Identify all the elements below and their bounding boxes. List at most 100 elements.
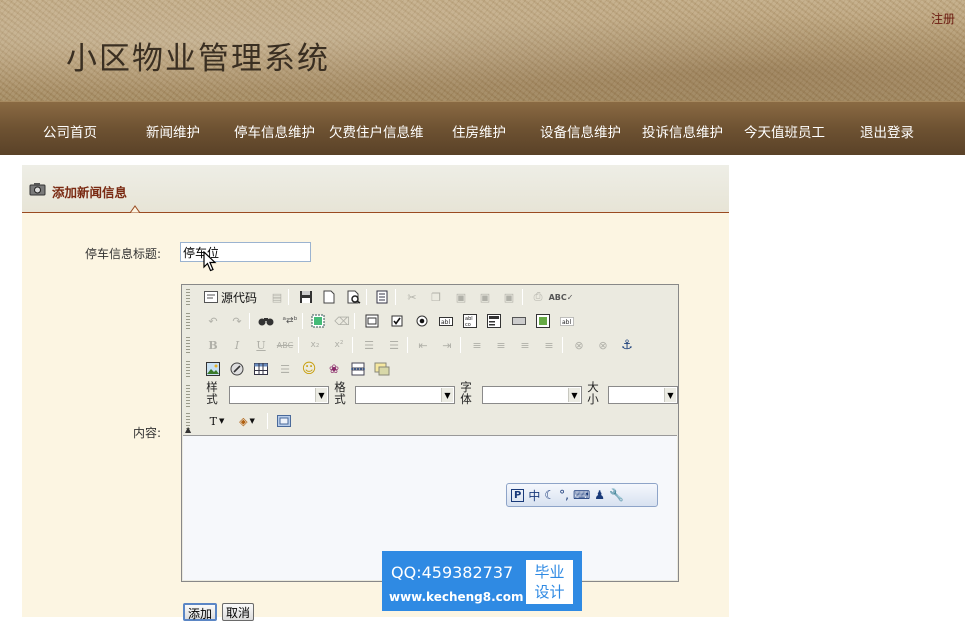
svg-text:abl: abl xyxy=(562,319,571,326)
indent-icon[interactable]: ⇥ xyxy=(438,336,456,354)
outdent-icon[interactable]: ⇤ xyxy=(414,336,432,354)
cancel-button[interactable]: 取消 xyxy=(222,603,255,621)
hand-cursor-icon[interactable] xyxy=(373,360,391,378)
moon-icon[interactable]: ☾ xyxy=(544,488,555,502)
undo-icon[interactable]: ↶ xyxy=(204,312,222,330)
italic-icon[interactable]: I xyxy=(228,336,246,354)
superscript-icon[interactable]: x² xyxy=(330,336,348,354)
toolbar-separator xyxy=(298,337,299,353)
add-button[interactable]: 添加 xyxy=(183,603,218,621)
bg-color-icon[interactable]: ◈ ▼ xyxy=(234,412,260,430)
special-char-icon[interactable]: ❀ xyxy=(325,360,343,378)
paste-text-icon[interactable]: ▣ xyxy=(476,288,494,306)
toolbar-separator xyxy=(395,289,396,305)
ime-punct-toggle[interactable]: °, xyxy=(559,488,569,502)
hidden-field-icon[interactable]: abl xyxy=(558,312,576,330)
panel-title: 添加新闻信息 xyxy=(52,185,128,200)
size-combo[interactable]: ▼ xyxy=(608,386,678,404)
toolbar-separator xyxy=(288,289,289,305)
anchor-icon[interactable]: ⚓ xyxy=(618,336,636,354)
format-combo[interactable]: ▼ xyxy=(355,386,455,404)
nav-item-housing[interactable]: 住房维护 xyxy=(452,121,506,141)
page-break-icon[interactable] xyxy=(349,360,367,378)
preview-icon[interactable] xyxy=(345,288,363,306)
nav-item-news[interactable]: 新闻维护 xyxy=(146,121,200,141)
text-color-icon[interactable]: T ▼ xyxy=(204,412,230,430)
image-icon[interactable] xyxy=(204,360,222,378)
save-icon[interactable] xyxy=(297,288,315,306)
ime-mode-toggle[interactable]: 中 xyxy=(528,487,540,504)
spellcheck-icon[interactable]: ABC✓ xyxy=(549,288,574,306)
style-combo[interactable]: ▼ xyxy=(229,386,329,404)
chevron-down-icon: ▼ xyxy=(664,388,676,402)
nav-item-arrears[interactable]: 欠费住户信息维 xyxy=(329,121,424,141)
paste-icon[interactable]: ▣ xyxy=(452,288,470,306)
toolbar-grip xyxy=(186,313,190,329)
new-page-icon[interactable] xyxy=(320,288,338,306)
radio-icon[interactable] xyxy=(413,312,431,330)
nav-item-equipment[interactable]: 设备信息维护 xyxy=(540,121,621,141)
toolbar-separator xyxy=(352,337,353,353)
ime-toolbar[interactable]: P 中 ☾ °, ⌨ ♟ 🔧 xyxy=(506,483,658,507)
checkbox-icon[interactable] xyxy=(388,312,406,330)
select-icon[interactable] xyxy=(485,312,503,330)
header-notch-icon xyxy=(130,205,140,213)
nav-item-complaints[interactable]: 投诉信息维护 xyxy=(642,121,723,141)
toolbar-collapse-icon[interactable]: ▲ xyxy=(185,425,191,434)
copy-icon[interactable]: ❐ xyxy=(427,288,445,306)
font-combo[interactable]: ▼ xyxy=(482,386,582,404)
camera-icon xyxy=(29,183,46,196)
size-combo-label: 大小 xyxy=(587,380,599,406)
cut-icon[interactable]: ✂ xyxy=(403,288,421,306)
templates-doc-icon[interactable] xyxy=(373,288,391,306)
find-icon[interactable] xyxy=(257,312,275,330)
unlink-icon[interactable]: ⊗ xyxy=(594,336,612,354)
smiley-icon[interactable]: ☺ xyxy=(300,360,318,378)
nav-item-duty-staff[interactable]: 今天值班员工 xyxy=(744,121,825,141)
toolbar-separator xyxy=(460,337,461,353)
ime-p-icon[interactable]: P xyxy=(511,488,525,502)
link-icon[interactable]: ⊗ xyxy=(570,336,588,354)
rich-text-editor: 源代码 ▤ ✂ ❐ ▣ ▣ ▣ ⎙ ABC✓ ↶ ↷ ᵃ⇄ᵇ ⌫ abl abl… xyxy=(181,284,679,582)
textfield-icon[interactable]: abl xyxy=(437,312,455,330)
register-link[interactable]: 注册 xyxy=(931,10,955,27)
source-button[interactable]: 源代码 xyxy=(204,288,257,306)
ordered-list-icon[interactable]: ☰ xyxy=(360,336,378,354)
align-center-icon[interactable]: ≡ xyxy=(492,336,510,354)
templates-icon[interactable]: ▤ xyxy=(268,288,286,306)
replace-icon[interactable]: ᵃ⇄ᵇ xyxy=(281,312,299,330)
nav-item-home[interactable]: 公司首页 xyxy=(43,121,97,141)
select-all-icon[interactable] xyxy=(309,312,327,330)
redo-icon[interactable]: ↷ xyxy=(228,312,246,330)
align-left-icon[interactable]: ≡ xyxy=(468,336,486,354)
print-icon[interactable]: ⎙ xyxy=(529,288,547,306)
show-blocks-icon[interactable] xyxy=(275,412,293,430)
main-nav: 公司首页 新闻维护 停车信息维护 欠费住户信息维 住房维护 设备信息维护 投诉信… xyxy=(0,101,965,155)
unordered-list-icon[interactable]: ☰ xyxy=(385,336,403,354)
toolbar-grip xyxy=(186,361,190,377)
user-icon[interactable]: ♟ xyxy=(594,488,605,502)
toolbar-separator xyxy=(302,313,303,329)
table-icon[interactable] xyxy=(252,360,270,378)
underline-icon[interactable]: U xyxy=(252,336,270,354)
strike-icon[interactable]: ABC xyxy=(276,336,294,354)
remove-format-icon[interactable]: ⌫ xyxy=(333,312,351,330)
wrench-icon[interactable]: 🔧 xyxy=(609,488,624,502)
textarea-icon[interactable]: abl co xyxy=(461,312,479,330)
bold-icon[interactable]: B xyxy=(204,336,222,354)
watermark-badge-line2: 设计 xyxy=(534,583,565,601)
site-title: 小区物业管理系统 xyxy=(66,41,330,77)
form-icon[interactable] xyxy=(363,312,381,330)
subscript-icon[interactable]: x₂ xyxy=(306,336,324,354)
align-right-icon[interactable]: ≡ xyxy=(516,336,534,354)
image-button-icon[interactable] xyxy=(534,312,552,330)
paste-word-icon[interactable]: ▣ xyxy=(500,288,518,306)
flash-icon[interactable] xyxy=(228,360,246,378)
button-icon[interactable] xyxy=(510,312,528,330)
nav-item-logout[interactable]: 退出登录 xyxy=(860,121,914,141)
rule-icon[interactable]: ☰ xyxy=(276,360,294,378)
title-input[interactable] xyxy=(180,242,311,262)
nav-item-parking[interactable]: 停车信息维护 xyxy=(234,121,315,141)
justify-icon[interactable]: ≡ xyxy=(540,336,558,354)
keyboard-icon[interactable]: ⌨ xyxy=(573,488,590,502)
